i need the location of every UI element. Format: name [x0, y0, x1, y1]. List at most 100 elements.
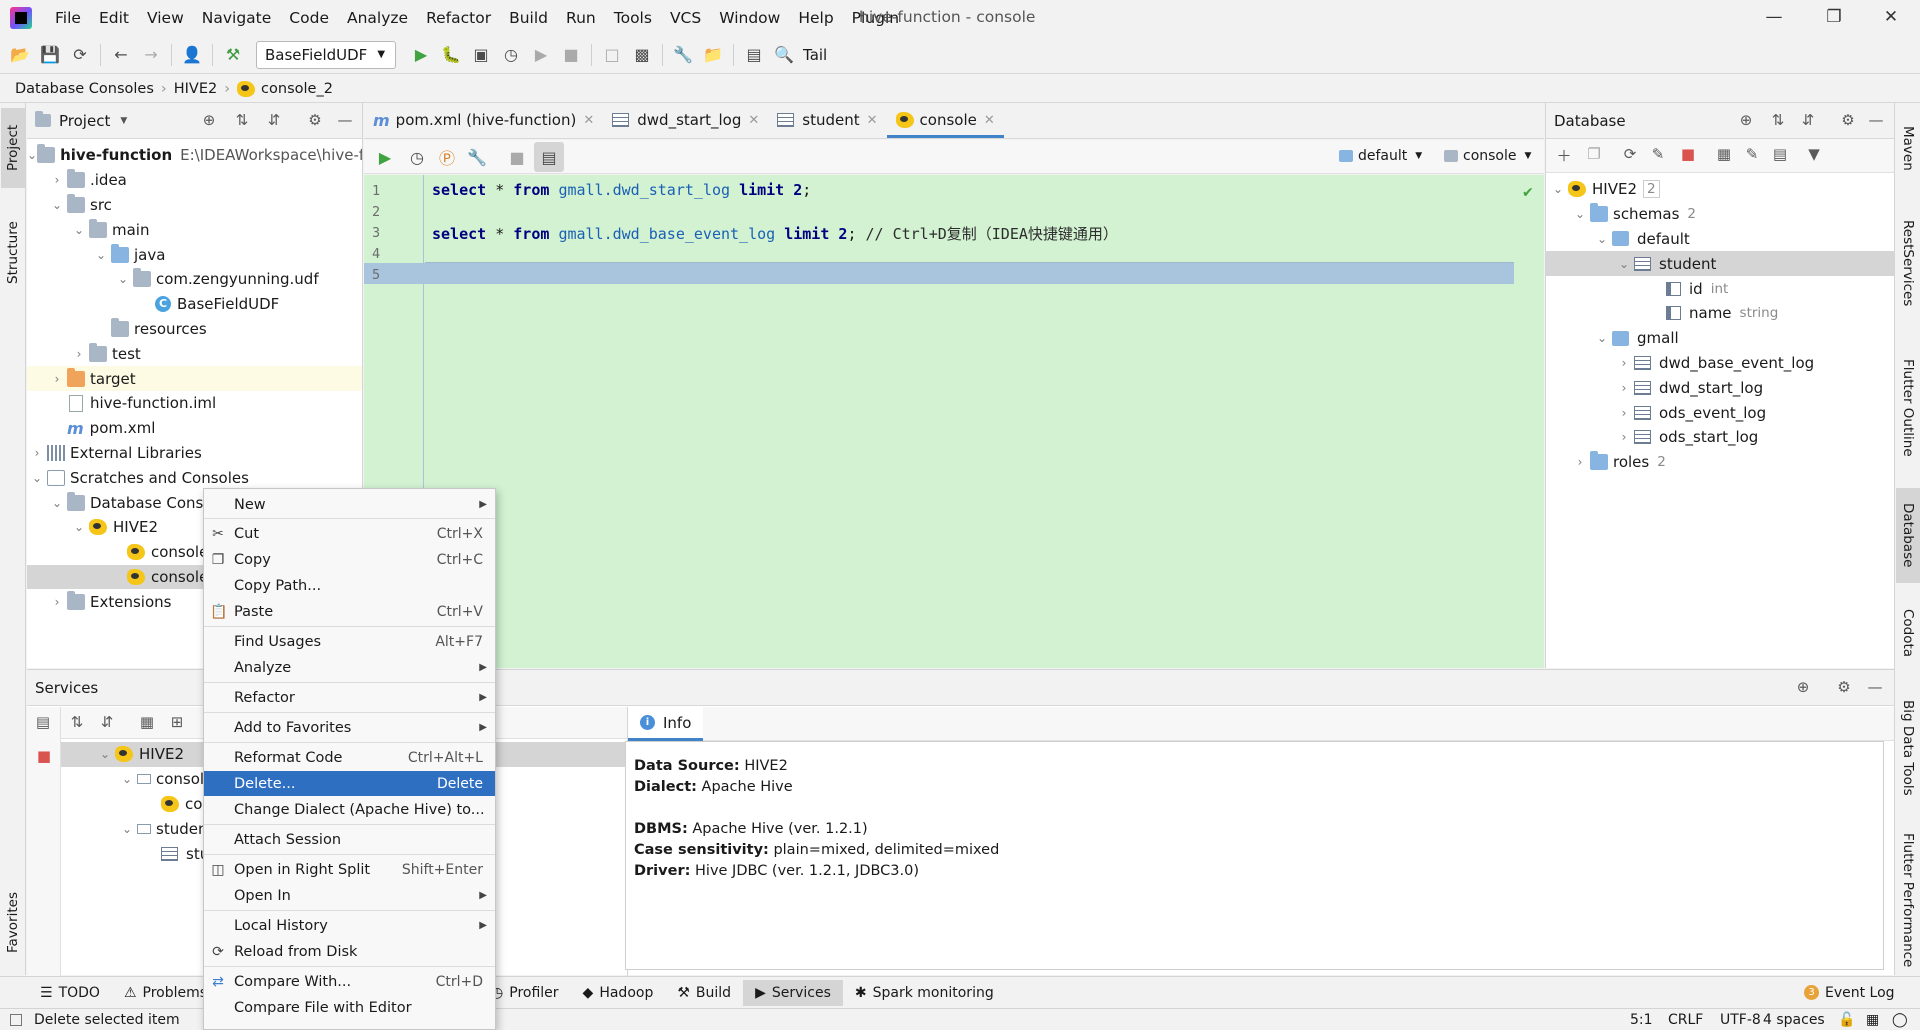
sync-icon[interactable]: ⟳: [65, 40, 95, 70]
run-icon[interactable]: ▶: [406, 40, 436, 70]
chevron-down-icon[interactable]: ⌄: [117, 822, 137, 836]
chevron-down-icon[interactable]: ⌄: [47, 496, 67, 510]
chevron-right-icon[interactable]: ›: [47, 372, 67, 386]
db-node-ods-event-log[interactable]: › ods_event_log: [1546, 400, 1894, 425]
tree-node-main[interactable]: ⌄ main: [27, 217, 362, 242]
tool-tab-build[interactable]: ⚒ Build: [665, 980, 743, 1006]
terminal-icon[interactable]: ▤: [739, 40, 769, 70]
hide-icon[interactable]: —: [335, 111, 355, 131]
db-node-gmall[interactable]: ⌄ gmall: [1546, 326, 1894, 351]
chevron-down-icon[interactable]: ⌄: [113, 272, 133, 286]
chevron-down-icon[interactable]: ⌄: [69, 223, 89, 237]
menu-help[interactable]: Help: [789, 0, 842, 36]
project-tool-tab[interactable]: Project: [1, 108, 25, 188]
db-node-roles[interactable]: › roles 2: [1546, 450, 1894, 475]
save-icon[interactable]: 💾: [35, 40, 65, 70]
debug-icon[interactable]: 🐛: [436, 40, 466, 70]
chevron-down-icon[interactable]: ⌄: [1570, 207, 1590, 221]
db-node-column-name[interactable]: name string: [1546, 301, 1894, 326]
close-icon[interactable]: ✕: [1862, 0, 1920, 34]
project-panel-title[interactable]: Project: [59, 112, 110, 130]
chevron-down-icon[interactable]: ⌄: [27, 471, 47, 485]
menu-item-refactor[interactable]: Refactor ▶: [204, 685, 495, 710]
db-node-student[interactable]: ⌄ student: [1546, 251, 1894, 277]
menu-item-find-usages[interactable]: Find Usages Alt+F7: [204, 629, 495, 654]
menu-tools[interactable]: Tools: [605, 0, 661, 36]
duplicate-icon[interactable]: ❐: [1584, 145, 1604, 165]
filter-icon[interactable]: ▼: [1804, 145, 1824, 165]
sdk-icon[interactable]: □: [597, 40, 627, 70]
tree-node-basefieldudf[interactable]: C BaseFieldUDF: [27, 292, 362, 317]
db-node-schemas[interactable]: ⌄ schemas 2: [1546, 202, 1894, 227]
tree-node-project-root[interactable]: ⌄ hive-function E:\IDEAWorkspace\hive-fu…: [27, 143, 362, 168]
chevron-down-icon[interactable]: ⌄: [117, 772, 137, 786]
menu-analyze[interactable]: Analyze: [338, 0, 417, 36]
menu-item-compare-with[interactable]: ⇄ Compare With... Ctrl+D: [204, 969, 495, 994]
menu-item-change-dialect[interactable]: Change Dialect (Apache Hive) to...: [204, 797, 495, 822]
forward-icon[interactable]: →: [136, 40, 166, 70]
resume-icon[interactable]: ▶: [526, 40, 556, 70]
restservices-tool-tab[interactable]: RestServices: [1896, 203, 1920, 323]
chevron-right-icon[interactable]: ›: [69, 347, 89, 361]
folder-icon[interactable]: 📁: [698, 40, 728, 70]
output-view-icon[interactable]: ▤: [534, 142, 564, 172]
refresh-icon[interactable]: ⟳: [1620, 145, 1640, 165]
tree-node-pom[interactable]: m pom.xml: [27, 416, 362, 441]
chevron-down-icon[interactable]: ⌄: [1592, 232, 1612, 246]
tab-console[interactable]: console ✕: [886, 102, 1005, 138]
tool-tab-spark-monitoring[interactable]: ✱ Spark monitoring: [843, 980, 1006, 1006]
stop-icon[interactable]: ■: [34, 747, 54, 767]
edit-icon[interactable]: ✎: [1742, 145, 1762, 165]
db-node-hive2[interactable]: ⌄ HIVE2 2: [1546, 177, 1894, 202]
db-node-dwd-base-event-log[interactable]: › dwd_base_event_log: [1546, 351, 1894, 376]
expand-all-icon[interactable]: ⇅: [1768, 111, 1788, 131]
disconnect-icon[interactable]: ■: [1678, 145, 1698, 165]
caret-position[interactable]: 5:1: [1630, 1012, 1653, 1028]
settings-wrench-icon[interactable]: 🔧: [462, 142, 492, 172]
tree-node-java[interactable]: ⌄ java: [27, 242, 362, 267]
chevron-right-icon[interactable]: ›: [1614, 356, 1634, 370]
tool-tab-todo[interactable]: ☰ TODO: [28, 980, 112, 1006]
structure-tool-tab[interactable]: Structure: [1, 203, 25, 303]
history-icon[interactable]: ◷: [402, 142, 432, 172]
menu-view[interactable]: View: [138, 0, 193, 36]
query-console-icon[interactable]: ▤: [33, 713, 53, 733]
db-node-column-id[interactable]: id int: [1546, 276, 1894, 301]
tree-node-resources[interactable]: resources: [27, 317, 362, 342]
chevron-down-icon[interactable]: ▼: [120, 116, 127, 126]
chevron-down-icon[interactable]: ⌄: [1548, 182, 1568, 196]
tree-node-scratches[interactable]: ⌄ Scratches and Consoles: [27, 465, 362, 490]
code-editor[interactable]: [364, 175, 1544, 668]
add-service-icon[interactable]: ⊞: [167, 713, 187, 733]
menu-item-attach-session[interactable]: Attach Session: [204, 827, 495, 852]
favorites-tool-tab[interactable]: Favorites: [1, 883, 25, 963]
chevron-down-icon[interactable]: ⌄: [1614, 257, 1634, 271]
tool-tab-hadoop[interactable]: ◆ Hadoop: [571, 980, 666, 1006]
menu-edit[interactable]: Edit: [90, 0, 138, 36]
line-separator[interactable]: CRLF: [1668, 1012, 1703, 1028]
codota-tool-tab[interactable]: Codota: [1896, 598, 1920, 668]
menu-item-delete[interactable]: Delete... Delete: [204, 771, 495, 796]
breadcrumb-item[interactable]: HIVE2: [174, 81, 218, 97]
menu-file[interactable]: File: [46, 0, 90, 36]
menu-vcs[interactable]: VCS: [661, 0, 710, 36]
menu-refactor[interactable]: Refactor: [417, 0, 500, 36]
expand-all-icon[interactable]: ⇅: [232, 111, 252, 131]
hide-icon[interactable]: —: [1865, 678, 1885, 698]
maven-tool-tab[interactable]: Maven: [1896, 113, 1920, 183]
menu-item-analyze[interactable]: Analyze ▶: [204, 655, 495, 680]
tool-tab-services[interactable]: ▶ Services: [743, 979, 843, 1006]
menu-item-paste[interactable]: 📋 Paste Ctrl+V: [204, 599, 495, 624]
menu-item-cut[interactable]: ✂ Cut Ctrl+X: [204, 521, 495, 546]
menu-item-new[interactable]: New ▶: [204, 492, 495, 517]
chevron-right-icon[interactable]: ›: [1570, 455, 1590, 469]
menu-run[interactable]: Run: [557, 0, 605, 36]
indent-setting[interactable]: 4 spaces: [1763, 1012, 1825, 1028]
lock-icon[interactable]: 🔓: [1838, 1012, 1855, 1028]
flutter-outline-tool-tab[interactable]: Flutter Outline: [1896, 343, 1920, 473]
session-selector[interactable]: console ▼: [1444, 148, 1531, 164]
database-tool-tab[interactable]: Database: [1896, 488, 1920, 583]
build-hammer-icon[interactable]: ⚒: [218, 40, 248, 70]
settings-wrench-icon[interactable]: 🔧: [668, 40, 698, 70]
tool-tab-event-log[interactable]: 3 Event Log: [1792, 980, 1907, 1006]
